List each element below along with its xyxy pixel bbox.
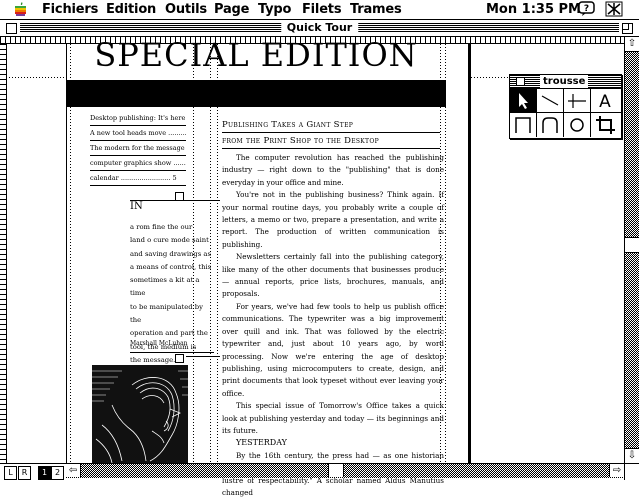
article-paragraph: This special issue of Tomorrow's Office … bbox=[222, 401, 444, 435]
article-paragraph: The computer revolution has reached the … bbox=[222, 153, 444, 187]
left-master-page-icon[interactable]: L bbox=[4, 466, 17, 480]
palette-close-box[interactable] bbox=[516, 77, 525, 86]
menu-edition[interactable]: Edition bbox=[106, 2, 156, 17]
article-heading[interactable]: Publishing Takes a Giant Step bbox=[222, 120, 353, 130]
window-title: Quick Tour bbox=[280, 21, 359, 34]
horizontal-guide bbox=[6, 77, 66, 78]
sidebar-line: and saving drawings as bbox=[130, 249, 211, 258]
page-right-edge bbox=[468, 44, 471, 463]
sidebar-line: sometimes a kit at a time bbox=[130, 276, 200, 298]
apple-menu-icon[interactable] bbox=[14, 1, 27, 17]
rounded-box-icon[interactable] bbox=[537, 113, 564, 137]
menu-trames[interactable]: Trames bbox=[350, 2, 402, 17]
menu-typo[interactable]: Typo bbox=[258, 2, 291, 17]
article-rule bbox=[222, 132, 440, 133]
portrait-image[interactable] bbox=[92, 365, 188, 463]
menu-bar: Fichiers Edition Outils Page Typo Filets… bbox=[0, 0, 639, 20]
palette-title: trousse bbox=[540, 75, 589, 88]
window-title-bar[interactable]: Quick Tour bbox=[0, 20, 639, 37]
svg-text:A: A bbox=[599, 92, 611, 112]
menu-filets[interactable]: Filets bbox=[302, 2, 342, 17]
article-paragraph: You're not in the publishing business? T… bbox=[222, 190, 444, 249]
sidebar-line: to be manipulated by the bbox=[130, 302, 203, 325]
vertical-scrollbar[interactable]: ⇧ ⇩ bbox=[624, 37, 639, 463]
vertical-ruler[interactable] bbox=[0, 44, 7, 463]
page-2-icon[interactable]: 2 bbox=[51, 466, 64, 480]
square-corner-box-icon[interactable] bbox=[510, 113, 537, 137]
masthead[interactable]: SPECIAL EDITION bbox=[70, 36, 442, 74]
toolbox-palette[interactable]: trousse A bbox=[509, 74, 622, 139]
oval-tool-icon[interactable] bbox=[564, 113, 591, 137]
zoom-box[interactable] bbox=[622, 23, 633, 34]
close-box[interactable] bbox=[6, 23, 17, 34]
article-heading[interactable]: from the Print Shop to the Desktop bbox=[222, 136, 379, 146]
sidebar-heading[interactable]: IN bbox=[130, 201, 143, 212]
diagonal-line-tool-icon[interactable] bbox=[537, 89, 564, 113]
page-icons-bar: L R 1 2 bbox=[0, 463, 66, 481]
text-block-handle[interactable] bbox=[175, 354, 184, 363]
menu-fichiers[interactable]: Fichiers bbox=[42, 2, 98, 17]
scroll-right-arrow-icon[interactable]: ⇨ bbox=[609, 464, 624, 477]
svg-text:?: ? bbox=[584, 4, 589, 14]
article-body[interactable]: The computer revolution has reached the … bbox=[222, 152, 444, 499]
scroll-down-arrow-icon[interactable]: ⇩ bbox=[625, 448, 639, 463]
tear-line bbox=[186, 200, 220, 201]
toc-entry[interactable]: A new tool heads move ........... 2 bbox=[90, 127, 186, 141]
help-balloon-icon[interactable]: ? bbox=[578, 1, 596, 17]
text-block-bottom-rule bbox=[130, 352, 214, 353]
sidebar-line: land o cure mode saint bbox=[130, 236, 209, 245]
toc-entry[interactable]: The modern for the message ...... 3 bbox=[90, 142, 186, 156]
grow-box[interactable] bbox=[624, 463, 639, 480]
text-tool-icon[interactable]: A bbox=[591, 89, 621, 113]
page-1-icon[interactable]: 1 bbox=[38, 466, 51, 480]
crop-tool-icon[interactable] bbox=[591, 113, 621, 137]
article-subheading: YESTERDAY bbox=[236, 438, 287, 448]
menu-clock: Mon 1:35 PM bbox=[486, 2, 581, 17]
toc-entry[interactable]: calendar ........................ 5 bbox=[90, 172, 186, 186]
masthead-black-bar[interactable] bbox=[66, 80, 446, 107]
menu-page[interactable]: Page bbox=[214, 2, 249, 17]
scroll-up-arrow-icon[interactable]: ⇧ bbox=[625, 37, 639, 52]
pointer-tool-icon[interactable] bbox=[510, 89, 537, 113]
perpendicular-line-tool-icon[interactable] bbox=[564, 89, 591, 113]
vertical-scroll-thumb[interactable] bbox=[625, 237, 639, 253]
right-master-page-icon[interactable]: R bbox=[18, 466, 31, 480]
article-paragraph: For years, we've had few tools to help u… bbox=[222, 301, 444, 398]
tear-line bbox=[186, 356, 220, 357]
image-caption[interactable]: Marshall McLuhan bbox=[130, 340, 188, 347]
palette-title-bar[interactable]: trousse bbox=[510, 75, 621, 89]
woodcut-portrait bbox=[92, 365, 188, 463]
article-rule bbox=[222, 148, 440, 149]
sidebar-line: a means of control, this bbox=[130, 262, 212, 271]
horizontal-scroll-thumb[interactable] bbox=[328, 464, 344, 477]
sidebar-line: a rom fine the our bbox=[130, 223, 193, 231]
scroll-left-arrow-icon[interactable]: ⇦ bbox=[66, 464, 81, 477]
article-paragraph: Newsletters certainly fall into the publ… bbox=[222, 252, 444, 299]
horizontal-scrollbar[interactable]: ⇦ ⇨ bbox=[66, 463, 624, 478]
toc-entry[interactable]: computer graphics show .......... 5 bbox=[90, 157, 186, 171]
toc-entry[interactable]: Desktop publishing: It's here .... 1 bbox=[90, 112, 186, 126]
sidebar-line: operation and part the bbox=[130, 329, 208, 338]
application-menu-icon[interactable] bbox=[605, 1, 623, 17]
menu-outils[interactable]: Outils bbox=[165, 2, 207, 17]
